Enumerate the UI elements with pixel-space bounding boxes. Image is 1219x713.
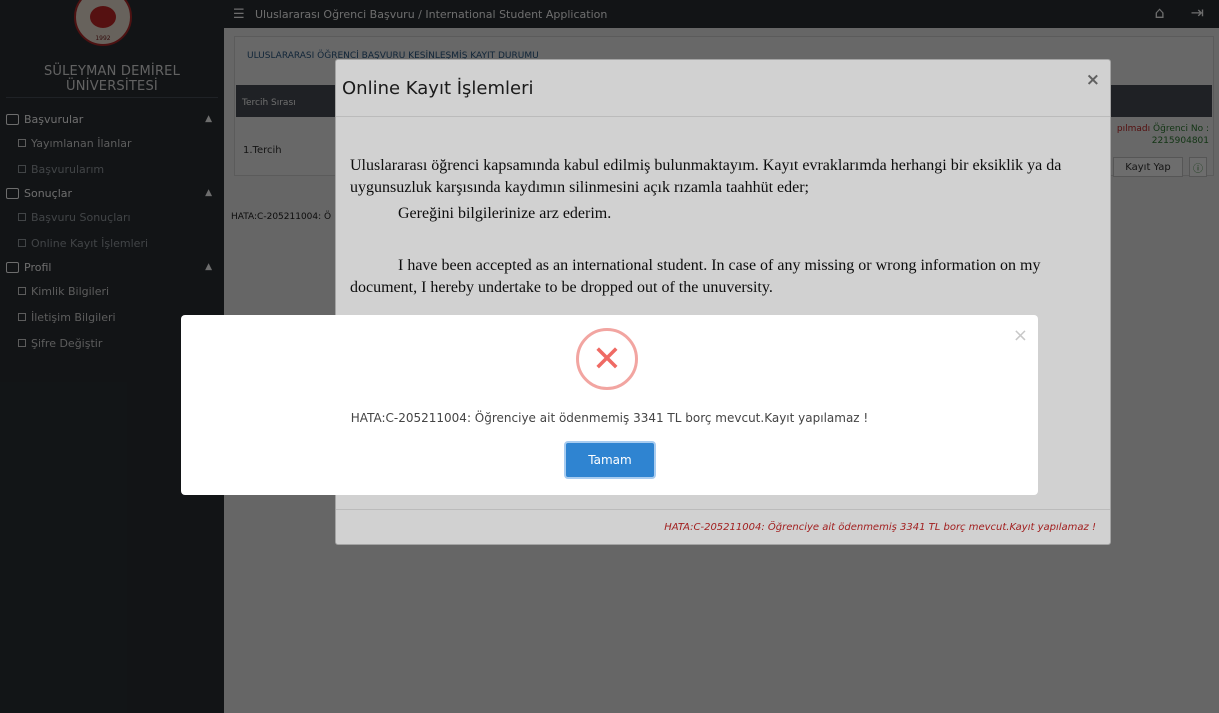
alert-message: HATA:C-205211004: Öğrenciye ait ödenmemi… <box>350 411 869 425</box>
error-alert: × ✕ HATA:C-205211004: Öğrenciye ait öden… <box>181 315 1038 495</box>
close-icon[interactable]: × <box>1013 325 1028 346</box>
tamam-button[interactable]: Tamam <box>564 441 656 479</box>
error-x-icon: ✕ <box>576 328 638 390</box>
